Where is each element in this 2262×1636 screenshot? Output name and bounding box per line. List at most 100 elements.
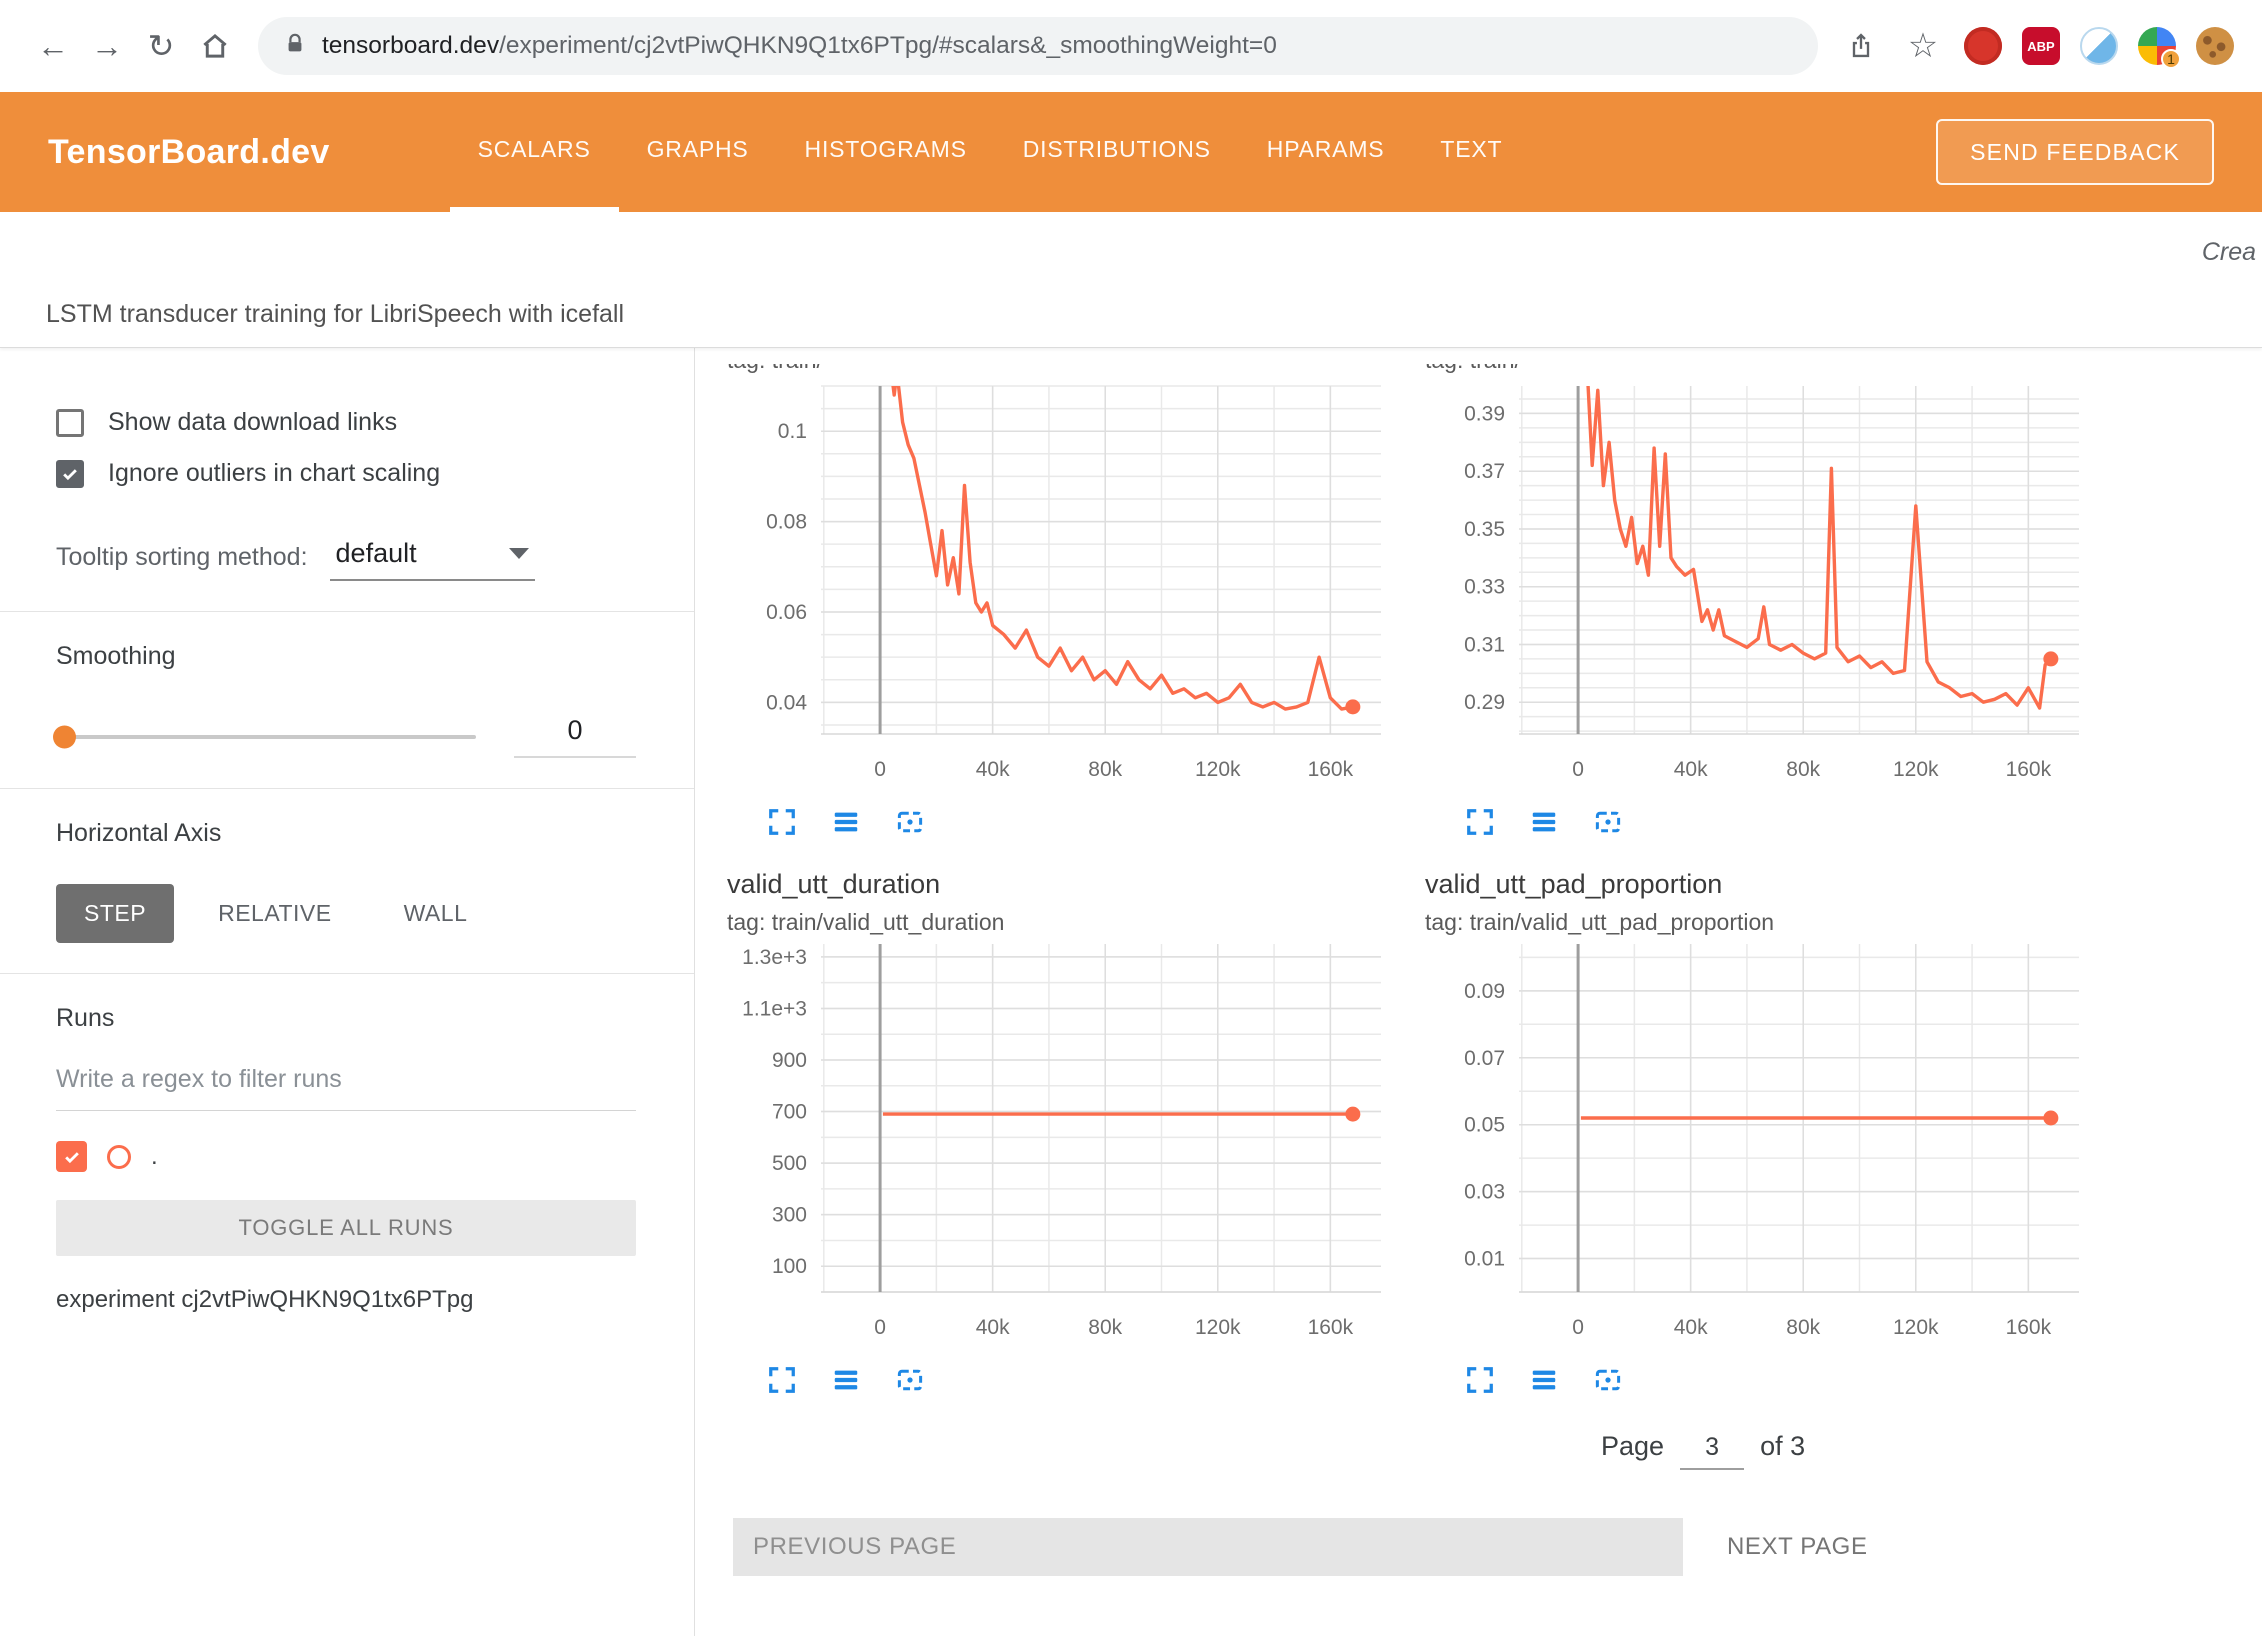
- slider-thumb[interactable]: [53, 725, 76, 748]
- divider: [0, 611, 694, 612]
- toggle-all-runs-button[interactable]: TOGGLE ALL RUNS: [56, 1200, 636, 1256]
- svg-text:160k: 160k: [2006, 1316, 2052, 1339]
- smoothing-value[interactable]: 0: [514, 715, 636, 758]
- previous-page-button[interactable]: PREVIOUS PAGE: [733, 1518, 1683, 1576]
- share-icon[interactable]: [1840, 19, 1882, 73]
- clipped-right-text: Crea: [2202, 238, 2256, 267]
- abp-extension-icon[interactable]: ABP: [2022, 27, 2060, 65]
- checkbox-label: Ignore outliers in chart scaling: [108, 459, 440, 488]
- chart-title: valid_utt_duration: [727, 869, 1391, 900]
- fit-domain-icon[interactable]: [1589, 803, 1627, 841]
- tab-scalars[interactable]: SCALARS: [450, 92, 619, 212]
- chart-toolbar: [1461, 1361, 2089, 1399]
- checkbox-checked[interactable]: [56, 460, 84, 488]
- fit-domain-icon[interactable]: [1589, 1361, 1627, 1399]
- nav-tabs: SCALARSGRAPHSHISTOGRAMSDISTRIBUTIONSHPAR…: [450, 92, 1531, 212]
- axis-step-button[interactable]: STEP: [56, 884, 174, 943]
- checkbox-label: Show data download links: [108, 408, 397, 437]
- axis-wall-button[interactable]: WALL: [376, 884, 496, 943]
- toggle-runs-icon[interactable]: [1525, 1361, 1563, 1399]
- page-number-input[interactable]: [1680, 1432, 1744, 1470]
- chart-toolbar: [763, 1361, 1391, 1399]
- run-color-swatch: [107, 1145, 131, 1169]
- cookie-icon[interactable]: [2196, 27, 2234, 65]
- expand-icon[interactable]: [1461, 1361, 1499, 1399]
- axis-relative-button[interactable]: RELATIVE: [190, 884, 360, 943]
- tooltip-sorting-select[interactable]: default: [330, 534, 535, 581]
- refresh-icon[interactable]: ↻: [134, 19, 188, 73]
- tab-histograms[interactable]: HISTOGRAMS: [777, 92, 995, 212]
- show-download-links-checkbox-row[interactable]: Show data download links: [56, 408, 636, 437]
- app-header: TensorBoard.dev SCALARSGRAPHSHISTOGRAMSD…: [0, 92, 2262, 212]
- lock-icon: [284, 32, 306, 61]
- chart-card: tag: train/ 040k80k120k160k0.040.060.080…: [721, 364, 1391, 847]
- chart-tag: tag: train/valid_utt_pad_proportion: [1425, 909, 2089, 936]
- svg-text:100: 100: [772, 1255, 807, 1278]
- chart-header: valid_utt_duration tag: train/valid_utt_…: [727, 869, 1391, 936]
- send-feedback-button[interactable]: SEND FEEDBACK: [1936, 119, 2214, 185]
- tab-distributions[interactable]: DISTRIBUTIONS: [995, 92, 1239, 212]
- divider: [0, 973, 694, 974]
- svg-text:120k: 120k: [1195, 758, 1241, 781]
- svg-text:160k: 160k: [2006, 758, 2052, 781]
- browser-toolbar: ← → ↻ tensorboard.dev/experiment/cj2vtPi…: [0, 0, 2262, 92]
- page-label: Page: [1601, 1431, 1664, 1462]
- svg-text:0.31: 0.31: [1464, 633, 1505, 656]
- svg-text:120k: 120k: [1195, 1316, 1241, 1339]
- expand-icon[interactable]: [1461, 803, 1499, 841]
- scalar-line-chart[interactable]: 040k80k120k160k0.040.060.080.1: [721, 382, 1391, 790]
- toggle-runs-icon[interactable]: [827, 803, 865, 841]
- forward-icon[interactable]: →: [80, 19, 134, 73]
- svg-text:40k: 40k: [1674, 758, 1708, 781]
- run-row[interactable]: .: [56, 1141, 636, 1172]
- back-icon[interactable]: ←: [26, 19, 80, 73]
- svg-text:120k: 120k: [1893, 1316, 1939, 1339]
- tab-text[interactable]: TEXT: [1412, 92, 1530, 212]
- scalar-line-chart[interactable]: 040k80k120k160k0.290.310.330.350.370.39: [1419, 382, 2089, 790]
- smoothing-label: Smoothing: [56, 642, 636, 671]
- expand-icon[interactable]: [763, 1361, 801, 1399]
- horizontal-axis-label: Horizontal Axis: [56, 819, 636, 848]
- pagination: Page of 3: [1601, 1431, 2262, 1470]
- tab-hparams[interactable]: HPARAMS: [1239, 92, 1413, 212]
- svg-text:0.07: 0.07: [1464, 1047, 1505, 1070]
- svg-text:300: 300: [772, 1204, 807, 1227]
- adblock-extension-icon[interactable]: [1964, 27, 2002, 65]
- tooltip-sorting-label: Tooltip sorting method:: [56, 543, 308, 572]
- home-icon[interactable]: [188, 19, 242, 73]
- divider: [0, 788, 694, 789]
- smoothing-slider[interactable]: [56, 735, 476, 739]
- svg-text:80k: 80k: [1088, 1316, 1122, 1339]
- tab-graphs[interactable]: GRAPHS: [619, 92, 777, 212]
- svg-text:0.37: 0.37: [1464, 460, 1505, 483]
- chart-title: valid_utt_pad_proportion: [1425, 869, 2089, 900]
- chart-card: valid_utt_duration tag: train/valid_utt_…: [721, 851, 1391, 1405]
- run-name: .: [151, 1143, 158, 1171]
- chart-toolbar: [763, 803, 1391, 841]
- app-logo: TensorBoard.dev: [48, 133, 330, 172]
- svg-text:40k: 40k: [976, 1316, 1010, 1339]
- scalar-line-chart[interactable]: 040k80k120k160k1003005007009001.1e+31.3e…: [721, 940, 1391, 1348]
- toggle-runs-icon[interactable]: [1525, 803, 1563, 841]
- svg-text:160k: 160k: [1308, 758, 1354, 781]
- experiment-title: LSTM transducer training for LibriSpeech…: [46, 300, 624, 329]
- fit-domain-icon[interactable]: [891, 803, 929, 841]
- svg-text:0.39: 0.39: [1464, 402, 1505, 425]
- fit-domain-icon[interactable]: [891, 1361, 929, 1399]
- pie-extension-icon[interactable]: [2080, 27, 2118, 65]
- run-checkbox-checked[interactable]: [56, 1141, 87, 1172]
- expand-icon[interactable]: [763, 803, 801, 841]
- toggle-runs-icon[interactable]: [827, 1361, 865, 1399]
- checkbox-unchecked[interactable]: [56, 409, 84, 437]
- profile-extension-icon[interactable]: 1: [2138, 27, 2176, 65]
- url-path: /experiment/cj2vtPiwQHKN9Q1tx6PTpg/#scal…: [499, 32, 1277, 59]
- next-page-button[interactable]: NEXT PAGE: [1721, 1532, 1874, 1562]
- runs-label: Runs: [56, 1004, 636, 1033]
- svg-text:0.09: 0.09: [1464, 980, 1505, 1003]
- runs-filter-input[interactable]: [56, 1065, 636, 1111]
- ignore-outliers-checkbox-row[interactable]: Ignore outliers in chart scaling: [56, 459, 636, 488]
- address-bar[interactable]: tensorboard.dev/experiment/cj2vtPiwQHKN9…: [258, 17, 1818, 75]
- chevron-down-icon: [509, 548, 529, 559]
- bookmark-star-icon[interactable]: ☆: [1902, 19, 1944, 73]
- scalar-line-chart[interactable]: 040k80k120k160k0.010.030.050.070.09: [1419, 940, 2089, 1348]
